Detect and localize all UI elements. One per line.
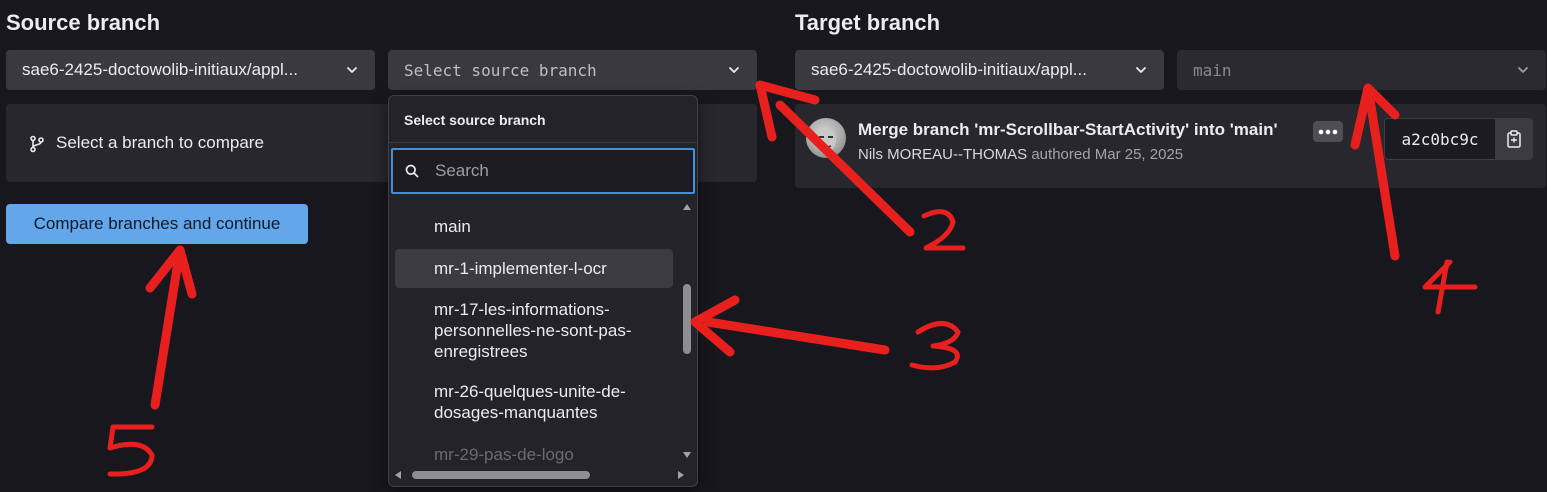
dropdown-divider xyxy=(389,142,697,143)
dropdown-title: Select source branch xyxy=(404,112,546,128)
source-branch-dropdown: Select source branch main mr-1-implement… xyxy=(388,95,698,487)
avatar xyxy=(806,118,846,158)
chevron-down-icon xyxy=(347,67,357,73)
compare-branches-button[interactable]: Compare branches and continue xyxy=(6,204,308,244)
scroll-up-arrow-icon[interactable] xyxy=(683,204,691,210)
search-input[interactable] xyxy=(433,160,667,182)
annotation-number-2 xyxy=(921,209,966,251)
source-branch-select[interactable]: Select source branch xyxy=(388,50,757,90)
branch-list: main mr-1-implementer-l-ocr mr-17-les-in… xyxy=(389,198,679,468)
annotation-number-3 xyxy=(909,321,961,371)
copy-sha-button[interactable] xyxy=(1495,118,1533,160)
target-project-select[interactable]: sae6-2425-doctowolib-initiaux/appl... xyxy=(795,50,1164,90)
source-branch-select-label: Select source branch xyxy=(404,60,597,80)
commit-sha[interactable]: a2c0bc9c xyxy=(1384,118,1496,160)
scroll-right-arrow-icon[interactable] xyxy=(678,471,684,479)
commit-authored-date: authored Mar 25, 2025 xyxy=(1031,146,1184,163)
list-item[interactable]: main xyxy=(395,209,673,245)
annotation-number-5 xyxy=(107,424,155,477)
horizontal-scrollbar-thumb[interactable] xyxy=(412,471,590,479)
compare-hint-text: Select a branch to compare xyxy=(56,133,264,152)
ellipsis-icon xyxy=(1318,129,1338,134)
search-icon xyxy=(405,164,419,178)
horizontal-scrollbar[interactable] xyxy=(390,466,696,484)
list-item[interactable]: mr-1-implementer-l-ocr xyxy=(395,249,673,288)
chevron-down-icon xyxy=(1518,67,1528,73)
list-item[interactable]: mr-26-quelques-unite-de-dosages-manquant… xyxy=(395,381,673,425)
scroll-left-arrow-icon[interactable] xyxy=(395,471,401,479)
chevron-down-icon xyxy=(729,67,739,73)
chevron-down-icon xyxy=(1136,67,1146,73)
avatar-face-icon xyxy=(816,128,836,152)
vertical-scrollbar[interactable] xyxy=(678,200,696,466)
source-branch-heading: Source branch xyxy=(6,10,161,35)
branch-icon xyxy=(30,135,44,153)
branch-search-field[interactable] xyxy=(391,148,695,194)
commit-title[interactable]: Merge branch 'mr-Scrollbar-StartActivity… xyxy=(858,120,1278,140)
annotation-number-4 xyxy=(1422,259,1478,315)
annotation-arrow-3 xyxy=(690,295,890,357)
commit-more-button[interactable] xyxy=(1313,121,1343,142)
target-branch-heading: Target branch xyxy=(795,10,941,35)
commit-meta: Nils MOREAU--THOMAS authored Mar 25, 202… xyxy=(858,146,1183,163)
list-item[interactable]: mr-17-les-informations-personnelles-ne-s… xyxy=(395,299,673,365)
source-project-select[interactable]: sae6-2425-doctowolib-initiaux/appl... xyxy=(6,50,375,90)
target-branch-select[interactable]: main xyxy=(1177,50,1546,90)
target-branch-select-label: main xyxy=(1193,60,1232,80)
annotation-arrow-5 xyxy=(145,245,197,410)
list-item[interactable]: mr-29-pas-de-logo xyxy=(395,444,673,468)
target-project-select-label: sae6-2425-doctowolib-initiaux/appl... xyxy=(811,60,1087,79)
source-project-select-label: sae6-2425-doctowolib-initiaux/appl... xyxy=(22,60,298,79)
scroll-down-arrow-icon[interactable] xyxy=(683,452,691,458)
clipboard-icon xyxy=(1507,130,1521,148)
scrollbar-thumb[interactable] xyxy=(683,284,691,354)
commit-author[interactable]: Nils MOREAU--THOMAS xyxy=(858,146,1027,163)
